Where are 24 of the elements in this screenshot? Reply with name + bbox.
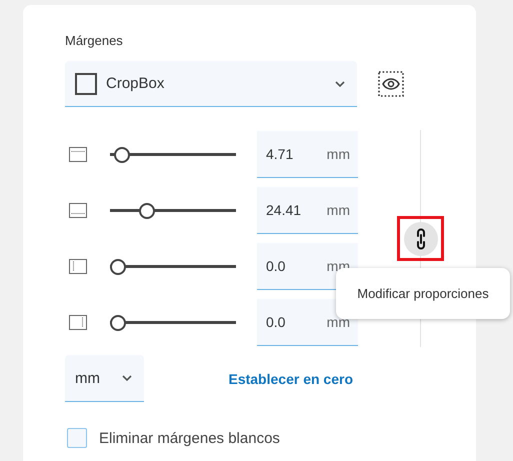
caret-icon [122,375,132,381]
reset-link[interactable]: Establecer en cero [228,370,353,386]
margin-side-icon [69,203,87,218]
margin-side-icon [69,259,87,274]
unit-dropdown[interactable]: mm [65,355,144,402]
box-dropdown[interactable]: CropBox [65,61,357,107]
margin-side-icon [69,315,87,330]
slider-thumb[interactable] [138,202,155,218]
link-icon[interactable] [404,222,438,256]
preview-icon[interactable] [378,71,404,97]
margin-input-field[interactable]: 4.71 mm [257,131,358,178]
margin-side-icon [69,147,87,162]
unit-label: mm [326,202,350,218]
section-title: Márgenes [65,33,124,49]
slider-thumb[interactable] [110,258,126,274]
unit-label: mm [326,146,350,162]
slider-thumb[interactable] [114,146,130,162]
checkbox-label: Eliminar márgenes blancos [99,430,280,446]
caret-icon [335,80,345,86]
checkbox[interactable] [67,428,87,448]
slider-thumb[interactable] [110,314,126,330]
margin-input-field[interactable]: 24.41 mm [257,187,358,234]
square-icon [75,72,97,94]
margin-input-field[interactable]: 0.0 mm [257,299,358,346]
